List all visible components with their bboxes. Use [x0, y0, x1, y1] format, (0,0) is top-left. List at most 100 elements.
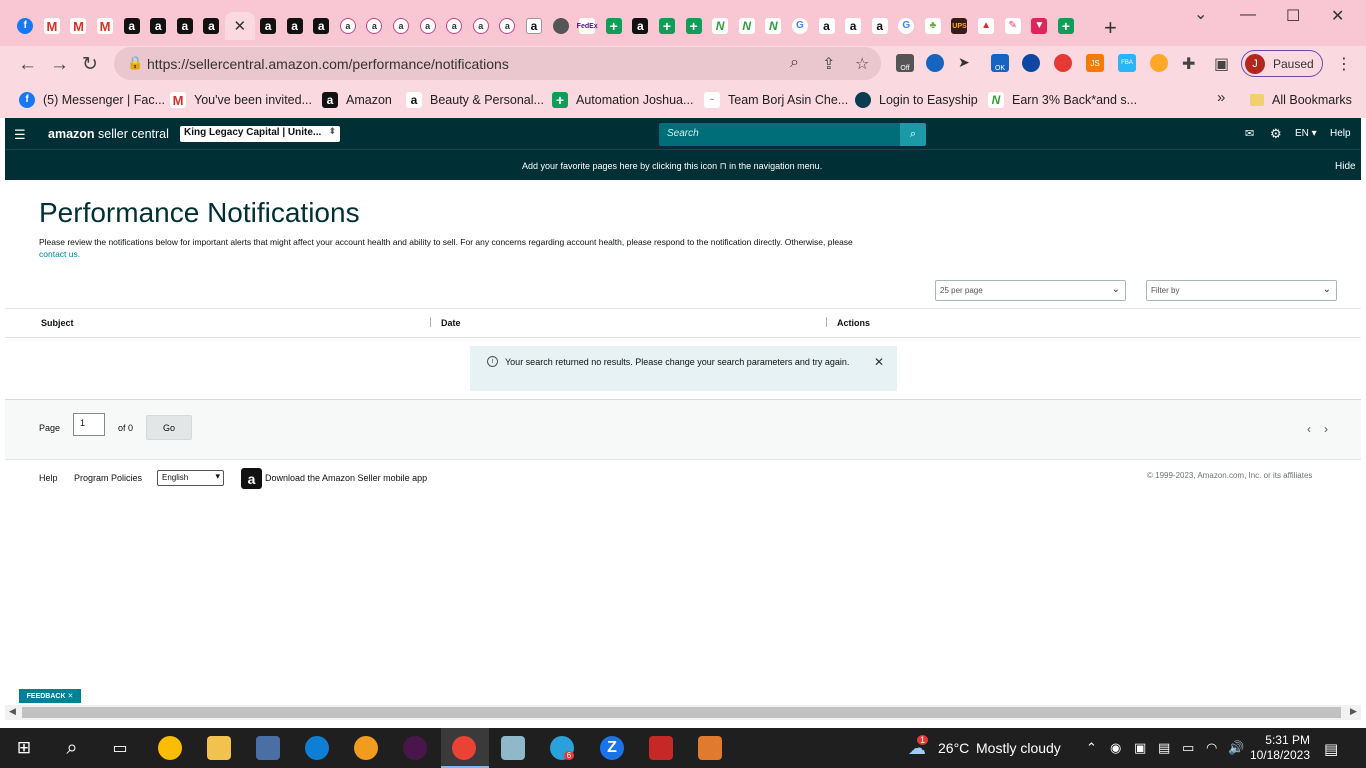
search-button[interactable]: ⌕: [900, 123, 926, 146]
extension-grid-icon[interactable]: [1022, 54, 1040, 72]
tab[interactable]: a: [494, 12, 521, 40]
bookmark-rakuten[interactable]: N Earn 3% Back*and s...: [988, 91, 1137, 109]
volume-icon[interactable]: 🔊: [1228, 740, 1244, 756]
column-subject[interactable]: Subject: [41, 318, 74, 328]
tab[interactable]: N: [760, 12, 787, 40]
task-view-icon[interactable]: ▭: [108, 736, 132, 760]
record-icon[interactable]: ◉: [1110, 740, 1121, 756]
system-clock[interactable]: 5:31 PM 10/18/2023: [1248, 733, 1310, 763]
new-tab-button[interactable]: +: [1104, 15, 1117, 41]
bookmark-automation[interactable]: + Automation Joshua...: [552, 91, 693, 109]
program-policies-link[interactable]: Program Policies: [74, 473, 142, 483]
tab[interactable]: ▲: [973, 12, 1000, 40]
vpn-icon[interactable]: [354, 736, 378, 760]
tab-search-chevron-icon[interactable]: ⌄: [1194, 4, 1207, 24]
bookmark-gmail[interactable]: M You've been invited...: [170, 91, 312, 109]
tab[interactable]: M: [39, 12, 66, 40]
tab[interactable]: a: [866, 12, 893, 40]
extension-pokeball-icon[interactable]: [1054, 54, 1072, 72]
scroll-right-icon[interactable]: ▶: [1350, 706, 1357, 717]
gear-icon[interactable]: ⚙: [1270, 126, 1282, 142]
extension-fba-icon[interactable]: FBA: [1118, 54, 1136, 72]
bookmark-easyship[interactable]: Login to Easyship: [855, 91, 978, 109]
tab[interactable]: a: [198, 12, 225, 40]
account-selector[interactable]: King Legacy Capital | Unite... ⬍: [180, 126, 340, 142]
tab[interactable]: f: [12, 12, 39, 40]
url-text[interactable]: https://sellercentral.amazon.com/perform…: [147, 56, 509, 72]
filter-select[interactable]: Filter by ⌄: [1146, 280, 1337, 301]
column-date[interactable]: Date: [441, 318, 461, 328]
tab-active-close[interactable]: ✕: [224, 12, 255, 40]
zoom-icon[interactable]: ⌕: [790, 54, 799, 72]
browser-menu-icon[interactable]: ⋮: [1336, 54, 1352, 74]
weather-temp[interactable]: 26°C: [938, 740, 969, 756]
edge-icon[interactable]: [305, 736, 329, 760]
amazon-app-icon[interactable]: a: [241, 468, 262, 489]
tab[interactable]: G: [787, 12, 814, 40]
reload-button[interactable]: ↻: [82, 53, 98, 76]
extension-off-icon[interactable]: Off: [896, 54, 914, 72]
display-icon[interactable]: ▤: [1158, 740, 1170, 756]
network-app-icon[interactable]: [256, 736, 280, 760]
tab[interactable]: a: [840, 12, 867, 40]
footer-help-link[interactable]: Help: [39, 473, 58, 483]
notes-app-icon[interactable]: [501, 736, 525, 760]
chrome-profile-icon[interactable]: [452, 736, 476, 760]
tab[interactable]: a: [414, 12, 441, 40]
page-number-input[interactable]: 1: [73, 413, 105, 436]
hide-favorites-button[interactable]: Hide: [1335, 161, 1356, 172]
back-button[interactable]: ←: [18, 54, 37, 76]
extensions-puzzle-icon[interactable]: ✚: [1182, 54, 1195, 74]
seller-central-logo[interactable]: amazon seller central: [48, 127, 169, 141]
tab[interactable]: a: [521, 12, 548, 40]
search-input[interactable]: Search: [659, 123, 900, 146]
tab[interactable]: [547, 12, 574, 40]
bookmarks-overflow-button[interactable]: »: [1217, 89, 1225, 106]
chrome-icon[interactable]: [158, 736, 182, 760]
tab[interactable]: G: [893, 12, 920, 40]
tab[interactable]: UPS: [946, 12, 973, 40]
profile-status[interactable]: Paused: [1273, 57, 1314, 71]
close-icon[interactable]: ✕: [233, 17, 246, 35]
tab[interactable]: a: [172, 12, 199, 40]
tab[interactable]: a: [281, 12, 308, 40]
per-page-select[interactable]: 25 per page ⌄: [935, 280, 1126, 301]
pdf-reader-icon[interactable]: [649, 736, 673, 760]
tab[interactable]: ▼: [1026, 12, 1053, 40]
bookmark-star-icon[interactable]: ☆: [855, 54, 869, 74]
weather-description[interactable]: Mostly cloudy: [976, 740, 1061, 756]
tab[interactable]: a: [335, 12, 362, 40]
go-button[interactable]: Go: [146, 415, 192, 440]
extension-cursor-icon[interactable]: ➤: [958, 54, 976, 72]
side-panel-icon[interactable]: ▣: [1214, 54, 1229, 74]
extension-ok-icon[interactable]: OK: [991, 54, 1009, 72]
chevron-left-icon[interactable]: ‹: [1307, 422, 1311, 436]
tab[interactable]: a: [441, 12, 468, 40]
footer-language-select[interactable]: English ▾: [157, 470, 224, 486]
tab[interactable]: +: [680, 12, 707, 40]
help-link[interactable]: Help: [1330, 128, 1351, 139]
camera-icon[interactable]: ▣: [1134, 740, 1146, 756]
search-icon[interactable]: ⌕: [60, 736, 84, 760]
share-icon[interactable]: ⇪: [822, 54, 835, 74]
close-icon[interactable]: ✕: [874, 355, 884, 369]
chevron-right-icon[interactable]: ›: [1324, 422, 1328, 436]
bookmark-messenger[interactable]: f (5) Messenger | Fac...: [19, 91, 165, 109]
language-selector[interactable]: EN ▾: [1295, 128, 1317, 139]
forward-button[interactable]: →: [50, 54, 69, 76]
column-actions[interactable]: Actions: [837, 318, 870, 328]
tab[interactable]: a: [255, 12, 282, 40]
download-app-link[interactable]: Download the Amazon Seller mobile app: [265, 473, 427, 483]
extension-circle-icon[interactable]: [1150, 54, 1168, 72]
wifi-icon[interactable]: ◠: [1206, 740, 1217, 756]
zoom-app-icon[interactable]: Z: [600, 736, 624, 760]
tab[interactable]: a: [145, 12, 172, 40]
tab[interactable]: a: [388, 12, 415, 40]
bookmark-beauty[interactable]: a Beauty & Personal...: [406, 91, 544, 109]
tab[interactable]: a: [813, 12, 840, 40]
maximize-button[interactable]: ☐: [1286, 6, 1300, 26]
tab[interactable]: M: [92, 12, 119, 40]
slack-icon[interactable]: [403, 736, 427, 760]
avatar[interactable]: J: [1245, 54, 1265, 74]
tab[interactable]: M: [65, 12, 92, 40]
